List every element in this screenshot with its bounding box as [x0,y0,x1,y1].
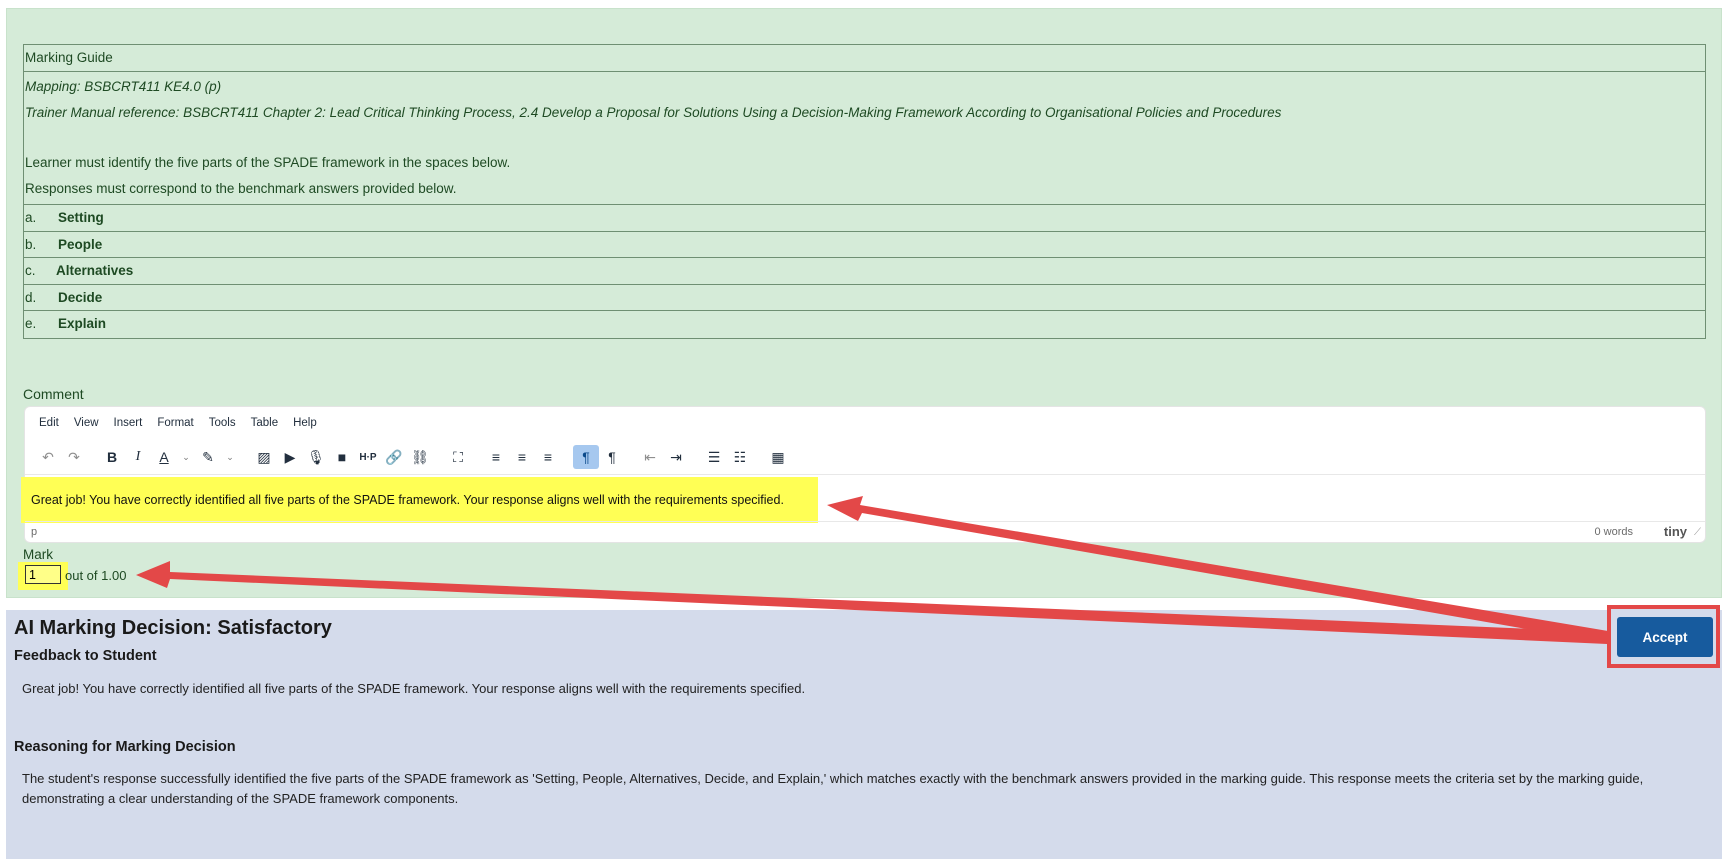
video-icon[interactable]: ■ [329,445,355,469]
undo-icon[interactable]: ↶ [35,445,61,469]
mark-max: out of 1.00 [65,568,127,583]
menu-edit[interactable]: Edit [39,417,59,429]
item-letter: a. [25,210,37,225]
word-count[interactable]: 0 words [1594,526,1633,538]
chevron-down-icon[interactable]: ⌄ [221,445,239,469]
item-letter: d. [25,289,37,305]
toolbar-divider [25,474,1705,475]
menu-insert[interactable]: Insert [114,417,143,429]
rtl-icon[interactable]: ¶ [599,445,625,469]
mark-label: Mark [23,547,53,562]
link-icon[interactable]: 🔗 [381,445,407,469]
italic-icon[interactable]: I [125,445,151,469]
align-left-icon[interactable]: ≡ [483,445,509,469]
highlight-color-icon[interactable]: ✎ [195,445,221,469]
ai-decision-title: AI Marking Decision: Satisfactory [14,617,332,639]
mapping-text: Mapping: BSBCRT411 KE4.0 (p) [25,79,222,94]
ai-marking-panel [6,610,1722,859]
menu-format[interactable]: Format [157,417,193,429]
indent-icon[interactable]: ⇥ [663,445,689,469]
feedback-heading: Feedback to Student [14,648,157,664]
editor-toolbar: ↶ ↷ B I A ⌄ ✎ ⌄ ▨ ▶ 🎙 ■ H·P 🔗 ⛓ ⛶ ≡ ≡ ≡ … [35,445,791,469]
text-color-icon[interactable]: A [151,445,177,469]
item-text: Setting [58,210,104,225]
bullet-list-icon[interactable]: ☰ [701,445,727,469]
comment-label: Comment [23,386,84,402]
menu-view[interactable]: View [74,417,99,429]
item-letter: e. [25,316,37,331]
image-icon[interactable]: ▨ [251,445,277,469]
menu-help[interactable]: Help [293,417,317,429]
item-letter: b. [25,236,37,252]
item-letter: c. [25,263,36,278]
outdent-icon[interactable]: ⇤ [637,445,663,469]
element-path[interactable]: p [31,526,37,538]
fullscreen-icon[interactable]: ⛶ [445,445,471,469]
item-text: Decide [58,289,103,305]
item-text: Explain [58,316,107,331]
h5p-icon[interactable]: H·P [355,445,381,469]
unlink-icon[interactable]: ⛓ [407,445,433,469]
benchmark-item: e. Explain [24,311,1705,338]
editor-menubar: Edit View Insert Format Tools Table Help [39,417,332,429]
resize-handle-icon[interactable]: ⟋ [1694,527,1701,538]
marking-guide-body: Mapping: BSBCRT411 KE4.0 (p) Trainer Man… [24,72,1705,205]
benchmark-item: b. People [24,232,1705,258]
mark-input[interactable] [25,565,61,584]
instruction-text: Learner must identify the five parts of … [25,155,511,170]
instruction-text: Responses must correspond to the benchma… [25,181,457,196]
accept-button[interactable]: Accept [1617,617,1713,657]
benchmark-item: c. Alternatives [24,258,1705,285]
ltr-icon[interactable]: ¶ [573,445,599,469]
microphone-icon[interactable]: 🎙 [303,445,329,469]
editor-statusbar: p 0 words tiny ⟋ [25,521,1705,542]
comment-editor[interactable]: Edit View Insert Format Tools Table Help… [21,406,1706,543]
chevron-down-icon[interactable]: ⌄ [177,445,195,469]
calculator-icon[interactable]: ▦ [765,445,791,469]
reasoning-text: The student's response successfully iden… [22,771,1644,806]
align-right-icon[interactable]: ≡ [535,445,561,469]
tiny-logo-icon[interactable]: tiny [1664,524,1687,539]
redo-icon[interactable]: ↷ [61,445,87,469]
reference-text: Trainer Manual reference: BSBCRT411 Chap… [25,105,1282,120]
benchmark-item: d. Decide [24,285,1705,311]
feedback-text: Great job! You have correctly identified… [22,681,806,696]
menu-tools[interactable]: Tools [209,417,236,429]
item-text: People [58,236,103,252]
marking-guide-table: Marking Guide Mapping: BSBCRT411 KE4.0 (… [23,44,1706,339]
numbered-list-icon[interactable]: ☷ [727,445,753,469]
comment-content[interactable]: Great job! You have correctly identified… [21,477,818,523]
marking-guide-header: Marking Guide [24,45,1705,72]
align-center-icon[interactable]: ≡ [509,445,535,469]
item-text: Alternatives [56,263,134,278]
menu-table[interactable]: Table [251,417,279,429]
media-icon[interactable]: ▶ [277,445,303,469]
bold-icon[interactable]: B [99,445,125,469]
benchmark-item: a. Setting [24,205,1705,232]
reasoning-heading: Reasoning for Marking Decision [14,739,236,755]
